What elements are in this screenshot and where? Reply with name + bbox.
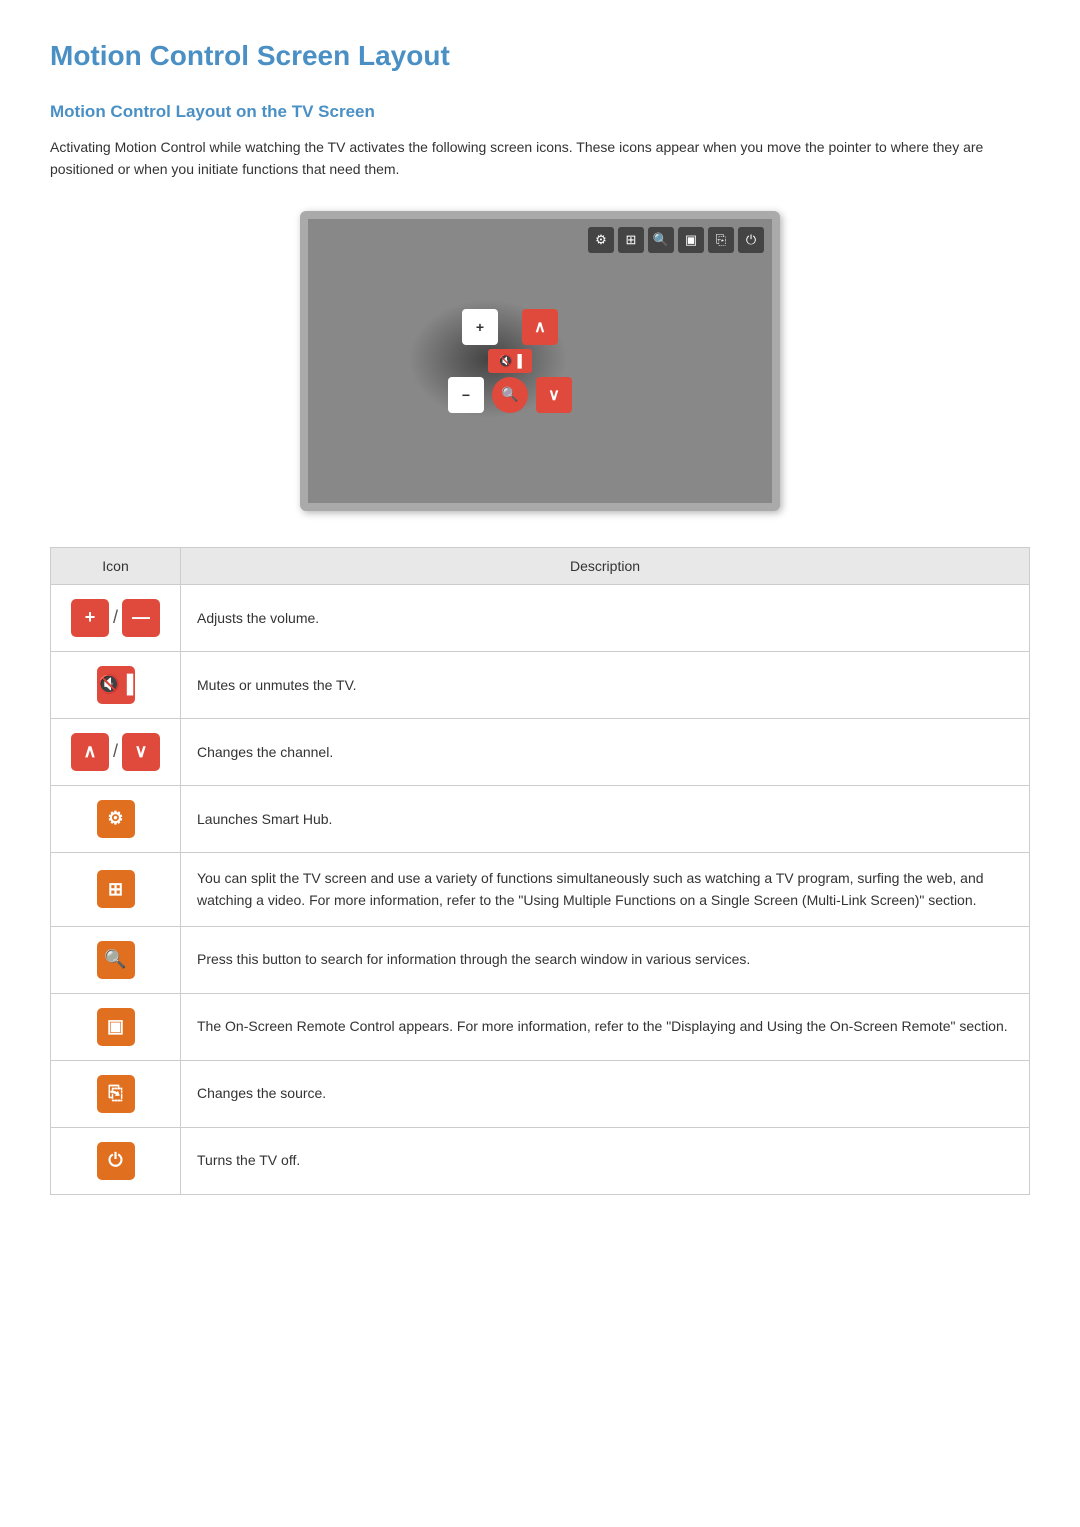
table-row-desc-1: Mutes or unmutes the TV.	[181, 651, 1030, 718]
table-row-desc-6: The On-Screen Remote Control appears. Fo…	[181, 993, 1030, 1060]
table-row-icon-8: ⏻	[51, 1127, 181, 1194]
tv-mute-center: 🔇▐	[488, 349, 532, 373]
tv-remote-icon: ▣	[678, 227, 704, 253]
channel-icon-1: ∨	[122, 733, 160, 771]
volume-icon-0: +	[71, 599, 109, 637]
tv-screen: ⚙ ⊞ 🔍 ▣ ⎘ ⏻ + ∧ 🔇▐ − 🔍 ∨	[300, 211, 780, 511]
table-row-desc-3: Launches Smart Hub.	[181, 785, 1030, 852]
tv-vol-down: −	[448, 377, 484, 413]
intro-paragraph: Activating Motion Control while watching…	[50, 136, 1030, 181]
mute-icon-0: 🔇▐	[97, 666, 135, 704]
table-row-icon-1: 🔇▐	[51, 651, 181, 718]
table-row-icon-3: ⚙	[51, 785, 181, 852]
col-header-icon: Icon	[51, 547, 181, 584]
power-icon-0: ⏻	[97, 1142, 135, 1180]
smarthub-icon-0: ⚙	[97, 800, 135, 838]
multilink-icon-0: ⊞	[97, 870, 135, 908]
table-row-icon-5: 🔍	[51, 926, 181, 993]
channel-icon-0: ∧	[71, 733, 109, 771]
table-row-desc-5: Press this button to search for informat…	[181, 926, 1030, 993]
table-row-desc-0: Adjusts the volume.	[181, 584, 1030, 651]
table-row-desc-7: Changes the source.	[181, 1060, 1030, 1127]
tv-top-icons: ⚙ ⊞ 🔍 ▣ ⎘ ⏻	[588, 227, 764, 253]
tv-mockup: ⚙ ⊞ 🔍 ▣ ⎘ ⏻ + ∧ 🔇▐ − 🔍 ∨	[50, 211, 1030, 511]
table-row-desc-8: Turns the TV off.	[181, 1127, 1030, 1194]
tv-search-icon: 🔍	[648, 227, 674, 253]
onscreen-remote-icon-0: ▣	[97, 1008, 135, 1046]
tv-multilink-icon: ⊞	[618, 227, 644, 253]
table-row-icon-2: ∧/∨	[51, 718, 181, 785]
tv-center-controls: + ∧ 🔇▐ − 🔍 ∨	[448, 309, 572, 413]
tv-search-center: 🔍	[492, 377, 528, 413]
table-row-icon-0: +/—	[51, 584, 181, 651]
icon-description-table: Icon Description +/—Adjusts the volume. 🔇…	[50, 547, 1030, 1195]
section-title: Motion Control Layout on the TV Screen	[50, 102, 1030, 122]
tv-smarthub-icon: ⚙	[588, 227, 614, 253]
source-icon-0: ⎘	[97, 1075, 135, 1113]
tv-ch-down: ∨	[536, 377, 572, 413]
table-row-desc-4: You can split the TV screen and use a va…	[181, 852, 1030, 926]
table-row-icon-6: ▣	[51, 993, 181, 1060]
search-icon-0: 🔍	[97, 941, 135, 979]
tv-vol-up: +	[462, 309, 498, 345]
tv-ch-up: ∧	[522, 309, 558, 345]
table-row-icon-4: ⊞	[51, 852, 181, 926]
table-row-icon-7: ⎘	[51, 1060, 181, 1127]
col-header-desc: Description	[181, 547, 1030, 584]
page-title: Motion Control Screen Layout	[50, 40, 1030, 72]
volume-icon-1: —	[122, 599, 160, 637]
table-row-desc-2: Changes the channel.	[181, 718, 1030, 785]
tv-source-icon: ⎘	[708, 227, 734, 253]
tv-power-icon: ⏻	[738, 227, 764, 253]
